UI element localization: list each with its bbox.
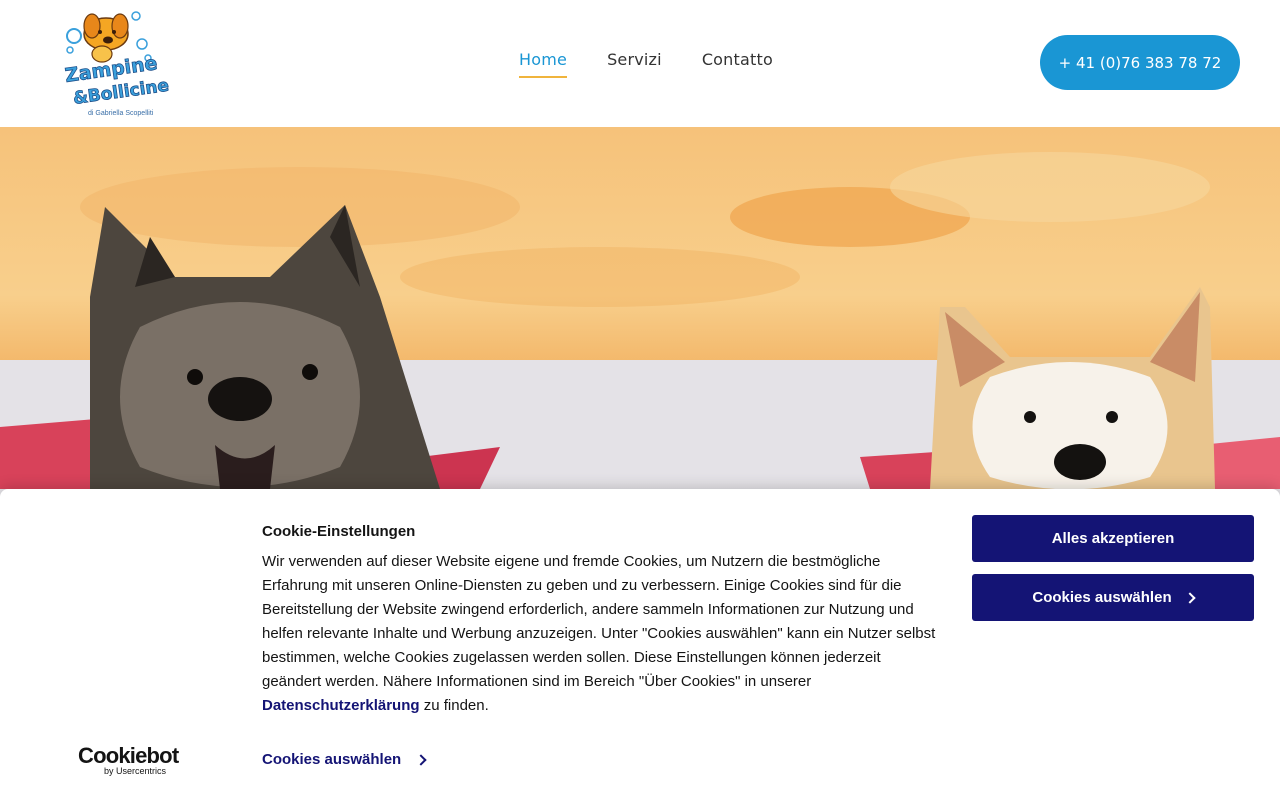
nav-servizi[interactable]: Servizi bbox=[607, 50, 662, 78]
chevron-right-icon bbox=[1183, 591, 1196, 604]
cookie-description: Wir verwenden auf dieser Website eigene … bbox=[262, 553, 936, 714]
select-cookies-link[interactable]: Cookies auswählen bbox=[262, 751, 427, 768]
accept-all-button[interactable]: Alles akzeptieren bbox=[972, 515, 1254, 562]
site-header: Zampine &Bollicine di Gabriella Scopelli… bbox=[0, 0, 1280, 127]
select-cookies-label: Cookies auswählen bbox=[1032, 589, 1172, 606]
chevron-right-icon bbox=[415, 753, 427, 766]
logo-dog-icon: Zampine &Bollicine bbox=[63, 11, 171, 109]
cookie-title: Cookie-Einstellungen bbox=[262, 523, 416, 540]
nav-contatto[interactable]: Contatto bbox=[702, 50, 773, 78]
nav-home[interactable]: Home bbox=[519, 50, 568, 78]
select-cookies-button[interactable]: Cookies auswählen bbox=[972, 574, 1254, 621]
cookiebot-logo: Cookiebot by Usercentrics bbox=[78, 743, 179, 776]
select-cookies-link-label: Cookies auswählen bbox=[262, 751, 402, 768]
cookie-banner: Cookiebot by Usercentrics Cookie-Einstel… bbox=[0, 489, 1280, 800]
logo-subtitle: di Gabriella Scopelliti bbox=[88, 110, 154, 117]
site-logo[interactable]: Zampine &Bollicine di Gabriella Scopelli… bbox=[62, 6, 172, 120]
main-nav: Home Servizi Contatto bbox=[519, 50, 773, 78]
privacy-policy-link[interactable]: Datenschutzerklärung bbox=[262, 697, 420, 714]
phone-button[interactable]: + 41 (0)76 383 78 72 bbox=[1040, 35, 1240, 90]
